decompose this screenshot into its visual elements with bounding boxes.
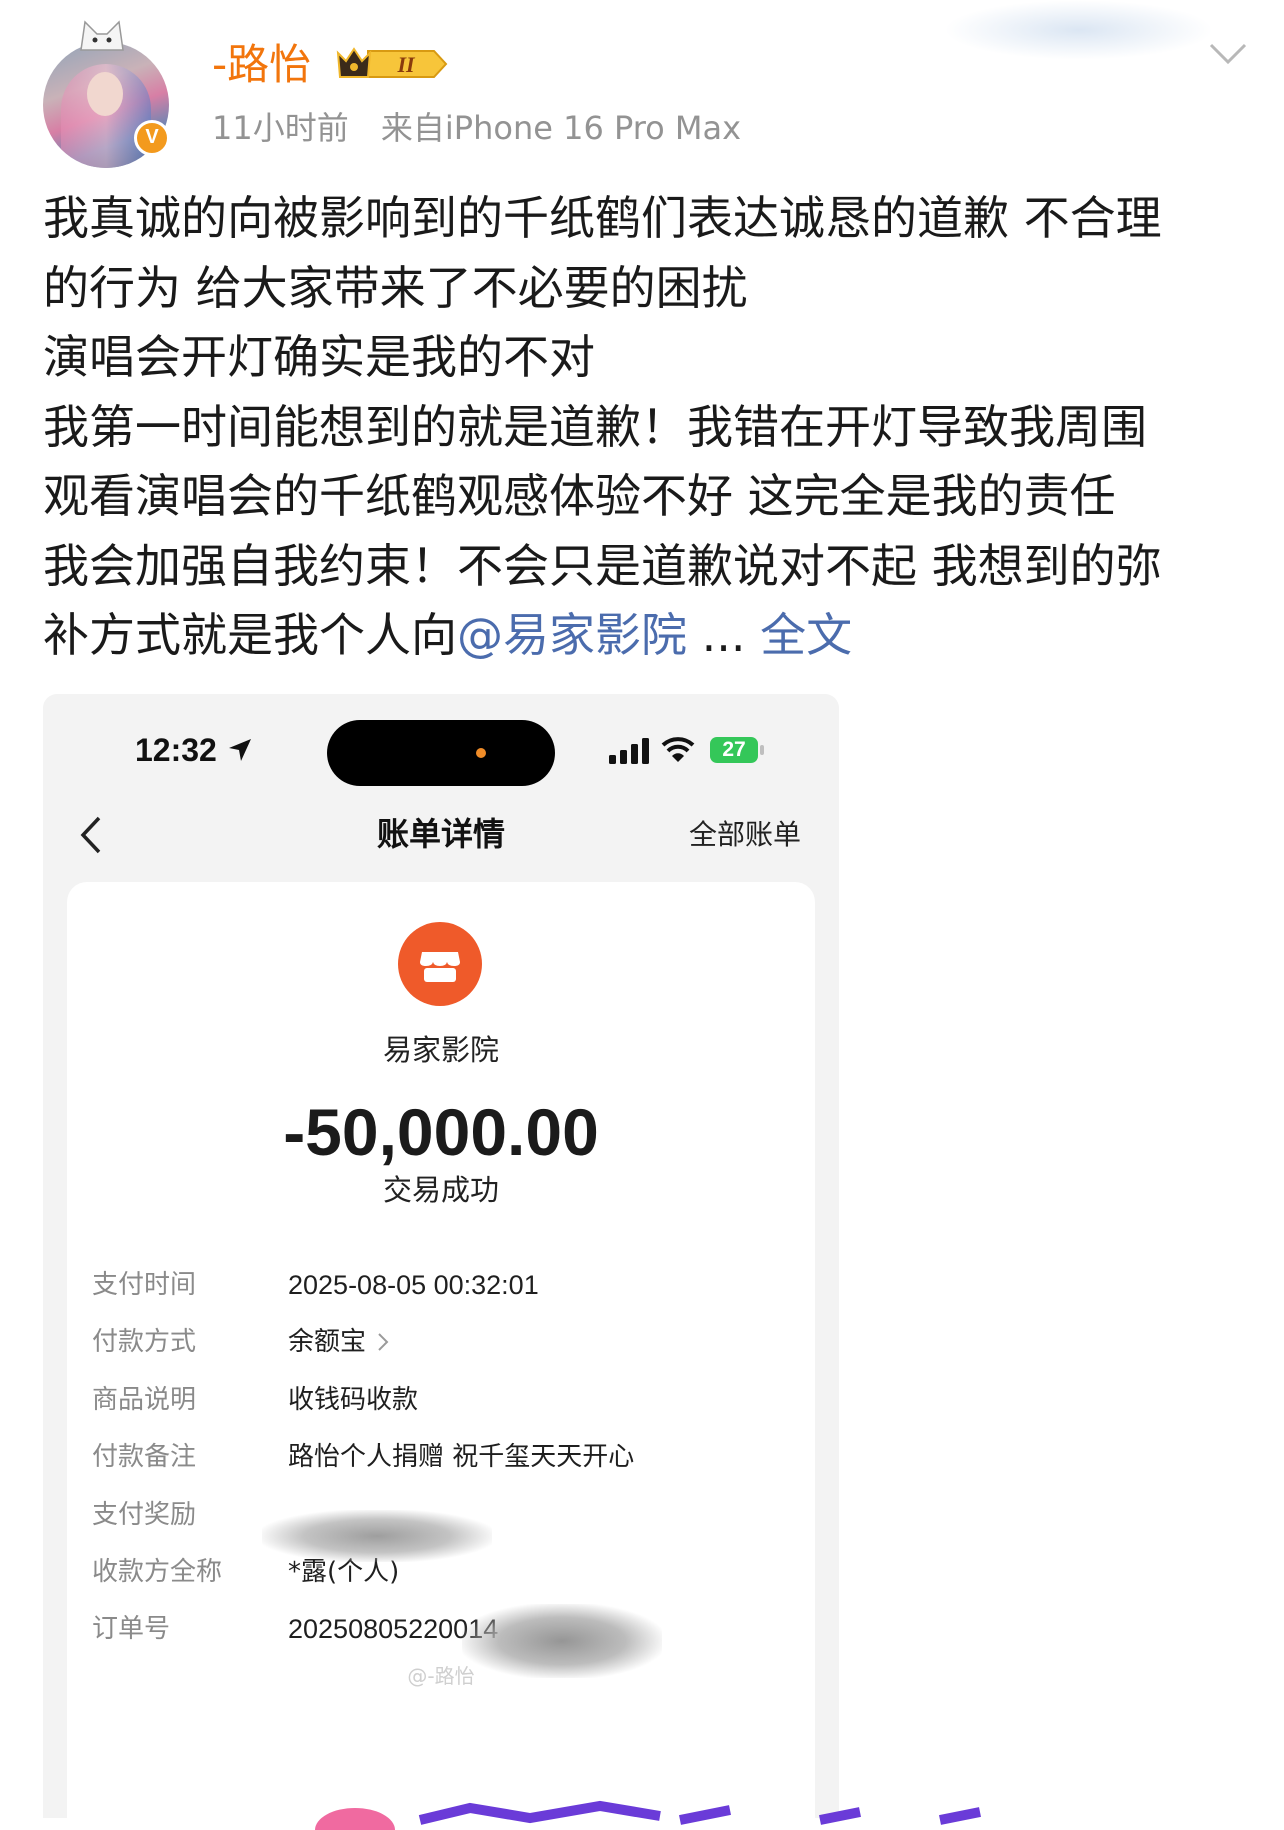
detail-label: 商品说明 (92, 1385, 197, 1415)
merchant-name: 易家影院 (382, 1033, 499, 1067)
amount: -50,000.00 (283, 1095, 599, 1169)
detail-value: 收钱码收款 (288, 1385, 419, 1415)
shop-icon (398, 922, 482, 1006)
ellipsis: ... (687, 608, 761, 662)
post-line-prefix: 补方式就是我个人向 (43, 608, 457, 662)
post-line: 我第一时间能想到的就是道歉！我错在开灯导致我周围 (43, 399, 1147, 454)
redaction-blur (262, 1510, 492, 1562)
post-meta: 11小时前 来自iPhone 16 Pro Max (212, 106, 741, 150)
payment-method: 余额宝 (288, 1327, 367, 1357)
detail-label: 付款方式 (92, 1327, 197, 1357)
bill-detail-card: 易家影院 -50,000.00 交易成功 支付时间 2025-08-05 00:… (67, 882, 815, 1818)
detail-value: 路怡个人捐赠 祝千玺天天开心 (288, 1442, 635, 1472)
post-text: 我真诚的向被影响到的千纸鹤们表达诚恳的道歉 不合理 的行为 给大家带来了不必要的… (43, 184, 1248, 671)
detail-value: 2025-08-05 00:32:01 (288, 1270, 539, 1300)
vip-badge-label: II (396, 52, 416, 77)
chevron-right-icon (378, 1333, 389, 1351)
header-decoration (944, 0, 1214, 60)
post-line: 观看演唱会的千纸鹤观感体验不好 这完全是我的责任 (43, 469, 1116, 523)
chevron-down-icon[interactable] (1208, 40, 1248, 68)
username[interactable]: -路怡 (212, 36, 311, 94)
post-line: 演唱会开灯确实是我的不对 (43, 330, 595, 384)
post-line: 我真诚的向被影响到的千纸鹤们表达诚恳的道歉 不合理 (43, 191, 1162, 245)
signal-icon (609, 738, 649, 764)
dynamic-island (327, 720, 555, 786)
battery-level: 27 (722, 738, 746, 761)
detail-label: 收款方全称 (92, 1557, 223, 1587)
transaction-status: 交易成功 (382, 1173, 499, 1207)
post-image[interactable]: 12:32 27 账单详情 全部账单 易家影院 -50,000.00 交易成功 … (43, 694, 839, 1818)
post-time: 11小时前 (212, 109, 349, 147)
bottom-decoration (315, 1800, 981, 1830)
detail-label: 支付时间 (92, 1270, 197, 1300)
vip-badge-icon: II (336, 47, 448, 78)
watermark: @-路怡 (407, 1664, 475, 1688)
detail-label: 支付奖励 (92, 1500, 197, 1530)
status-time: 12:32 (135, 732, 217, 768)
wifi-icon (661, 737, 695, 762)
mention-link[interactable]: @易家影院 (457, 608, 687, 662)
post-source: 来自iPhone 16 Pro Max (380, 109, 742, 147)
post-line: 的行为 给大家带来了不必要的困扰 (43, 260, 748, 315)
detail-value: 余额宝 (288, 1322, 390, 1362)
expand-full-text-link[interactable]: 全文 (760, 608, 852, 662)
post-line: 我会加强自我约束！不会只是道歉说对不起 我想到的弥 (43, 538, 1162, 593)
post-line-last: 补方式就是我个人向@易家影院 ... 全文 (43, 601, 1248, 671)
detail-label: 订单号 (92, 1614, 171, 1644)
all-bills-link[interactable]: 全部账单 (689, 816, 801, 854)
verified-icon: V (134, 120, 170, 156)
detail-label: 付款备注 (92, 1442, 197, 1472)
cat-ears-icon (80, 20, 124, 51)
location-arrow-icon (229, 739, 251, 761)
